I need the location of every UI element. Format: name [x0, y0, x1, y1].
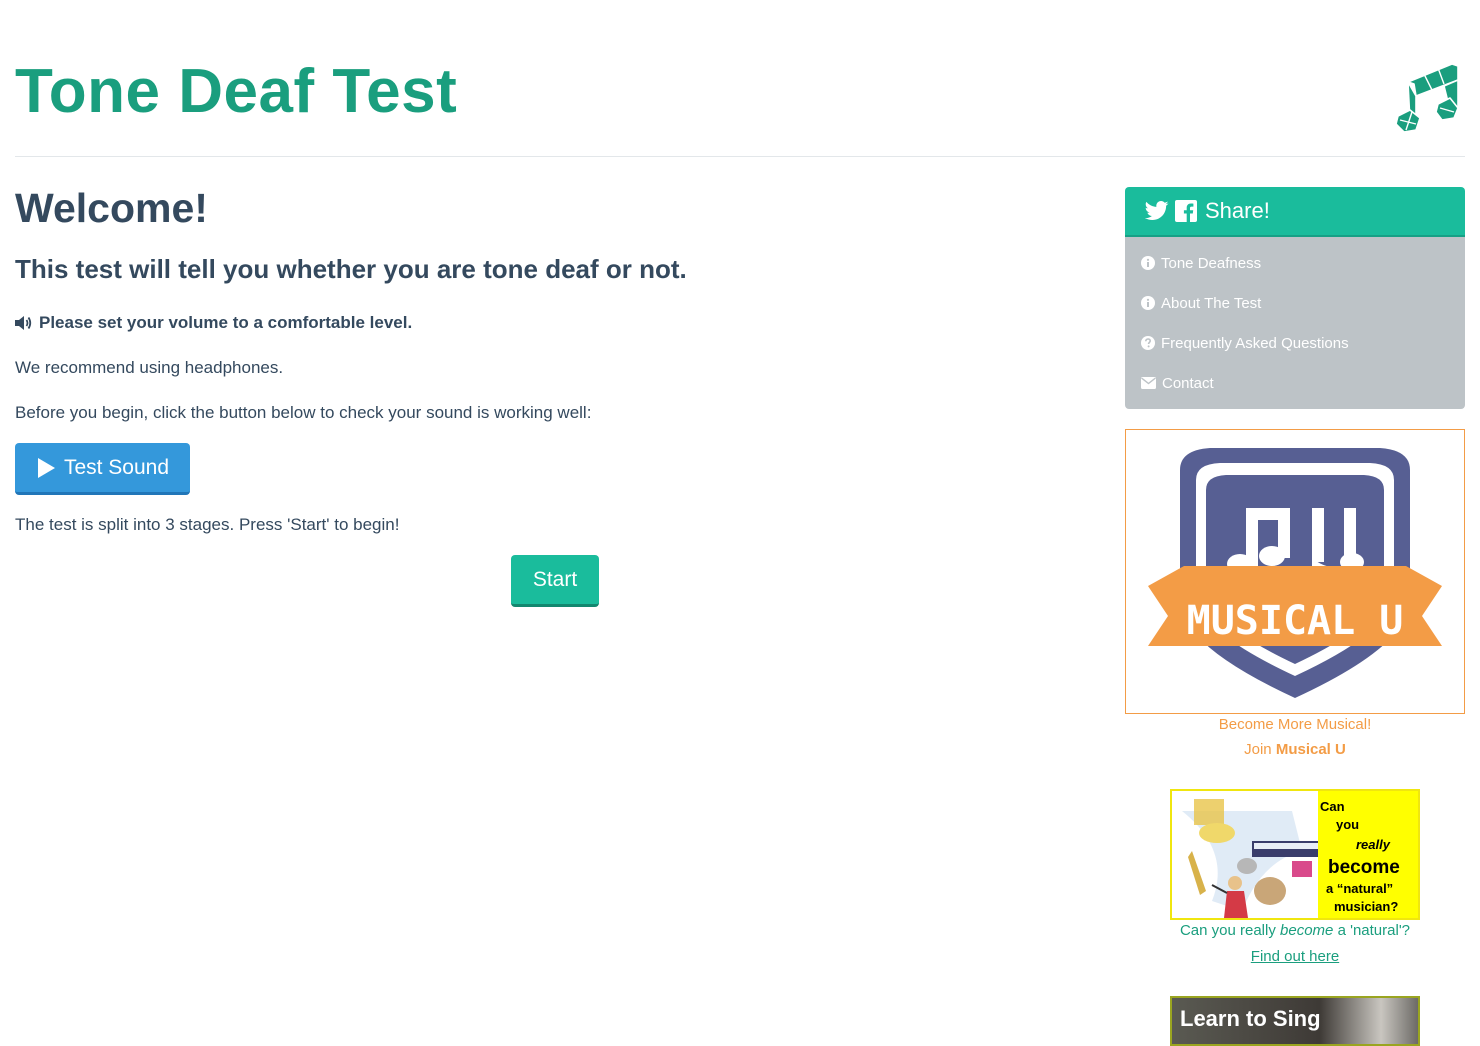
music-note-logo-icon — [1395, 63, 1459, 133]
sidebar-item-tone-deafness[interactable]: Tone Deafness — [1125, 243, 1465, 283]
ad-text-line: musician? — [1334, 899, 1398, 914]
volume-up-icon — [15, 316, 32, 330]
natural-ad-caption: Can you really become a 'natural'? — [1125, 922, 1465, 939]
sidebar-item-faq[interactable]: Frequently Asked Questions — [1125, 323, 1465, 363]
musical-u-brand: Musical U — [1275, 741, 1346, 758]
ad-text-line: really — [1356, 837, 1391, 852]
test-sound-label: Test Sound — [63, 455, 170, 479]
find-out-here-link[interactable]: Find out here — [1125, 948, 1465, 965]
ad-text-line: Can — [1320, 799, 1345, 814]
ad-text-line: become — [1328, 857, 1400, 878]
share-bar[interactable]: Share! — [1125, 187, 1465, 237]
ad-text-line: you — [1336, 817, 1359, 832]
volume-instruction-text: Please set your volume to a comfortable … — [39, 313, 413, 332]
sound-check-note: Before you begin, click the button below… — [15, 403, 592, 422]
share-label: Share! — [1205, 198, 1270, 223]
natural-caption-after: a 'natural'? — [1337, 922, 1411, 939]
sidebar-item-contact[interactable]: Contact — [1125, 363, 1465, 403]
sidebar-item-label: Contact — [1162, 374, 1214, 392]
natural-caption-before: Can you really — [1179, 922, 1276, 939]
natural-caption-em: become — [1280, 922, 1334, 939]
info-circle-icon — [1141, 256, 1155, 270]
question-circle-icon — [1141, 336, 1155, 350]
info-circle-icon — [1141, 296, 1155, 310]
musical-u-banner[interactable]: MUSICAL U — [1125, 429, 1465, 714]
sidebar-item-label: About The Test — [1161, 294, 1262, 312]
header-divider — [15, 156, 1465, 157]
musical-u-tagline[interactable]: Become More Musical! — [1125, 716, 1465, 733]
musical-u-logo: MUSICAL U — [1148, 448, 1442, 698]
sidebar-nav: Tone Deafness About The Test Frequently … — [1125, 237, 1465, 409]
headphones-note: We recommend using headphones. — [15, 358, 284, 377]
volume-instruction: Please set your volume to a comfortable … — [15, 310, 412, 336]
sidebar: Share! Tone Deafness About The Test Freq… — [1125, 187, 1465, 409]
site-title: Tone Deaf Test — [15, 57, 458, 126]
musical-u-join[interactable]: Join Musical U — [1125, 741, 1465, 758]
test-sound-button[interactable]: Test Sound — [15, 443, 190, 495]
learn-to-sing-ad[interactable]: Learn to Sing — [1170, 996, 1420, 1046]
twitter-icon[interactable] — [1145, 201, 1169, 221]
envelope-icon — [1141, 377, 1156, 389]
facebook-icon[interactable] — [1175, 200, 1197, 222]
intro-subtitle: This test will tell you whether you are … — [15, 254, 687, 284]
natural-musician-ad[interactable]: Can you really become a “natural” musici… — [1170, 789, 1420, 920]
welcome-heading: Welcome! — [15, 185, 208, 231]
join-text: Join — [1244, 741, 1272, 758]
sidebar-item-label: Frequently Asked Questions — [1161, 334, 1349, 352]
play-icon — [37, 457, 55, 478]
ad-text-line: a “natural” — [1326, 881, 1393, 896]
natural-musician-ad-image: Can you really become a “natural” musici… — [1172, 791, 1418, 918]
start-button[interactable]: Start — [511, 555, 599, 607]
sidebar-item-label: Tone Deafness — [1161, 254, 1262, 272]
stages-note: The test is split into 3 stages. Press '… — [15, 515, 400, 534]
sidebar-item-about-the-test[interactable]: About The Test — [1125, 283, 1465, 323]
musical-u-logo-text: MUSICAL U — [1187, 598, 1404, 644]
learn-to-sing-text: Learn to Sing — [1180, 1006, 1321, 1031]
